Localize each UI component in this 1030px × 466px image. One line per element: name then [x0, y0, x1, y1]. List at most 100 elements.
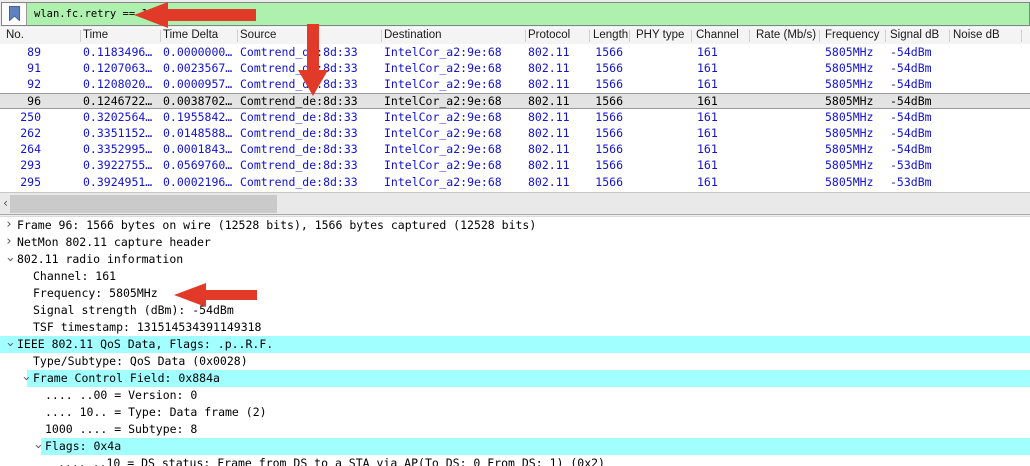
- column-separator[interactable]: [749, 30, 750, 42]
- column-separator[interactable]: [589, 30, 590, 42]
- packet-row-91[interactable]: 910.1207063…0.0023567…Comtrend_de:8d:33I…: [0, 60, 1030, 76]
- cell-len: 1566: [560, 174, 623, 190]
- collapse-icon[interactable]: ›: [1, 255, 18, 265]
- column-header-delta[interactable]: Time Delta: [163, 29, 218, 41]
- packet-row-250[interactable]: 2500.3202564…0.1955842…Comtrend_de:8d:33…: [0, 109, 1030, 125]
- cell-phy: [636, 44, 688, 60]
- cell-rate: [756, 141, 816, 157]
- column-header-freq[interactable]: Frequency: [825, 29, 879, 41]
- cell-len: 1566: [560, 44, 623, 60]
- packet-row-92[interactable]: 920.1208020…0.0000957…Comtrend_de:8d:33I…: [0, 76, 1030, 92]
- cell-time: 0.3352995…: [83, 141, 159, 157]
- detail-line-text: .... ..00 = Version: 0: [45, 387, 197, 404]
- column-header-no[interactable]: No.: [6, 29, 24, 41]
- expand-icon[interactable]: ›: [4, 217, 14, 234]
- cell-freq: 5805MHz: [825, 109, 883, 125]
- cell-rate: [756, 76, 816, 92]
- cell-time: 0.3202564…: [83, 109, 159, 125]
- cell-no: 91: [0, 60, 41, 76]
- detail-line[interactable]: ›NetMon 802.11 capture header: [0, 234, 1030, 251]
- column-header-src[interactable]: Source: [240, 29, 276, 41]
- cell-src: Comtrend_de:8d:33: [240, 93, 380, 109]
- cell-delta: 0.0001843…: [163, 141, 237, 157]
- scrollbar-thumb[interactable]: [10, 195, 277, 213]
- collapse-icon[interactable]: ›: [29, 442, 46, 452]
- detail-line[interactable]: Frequency: 5805MHz: [0, 285, 1030, 302]
- detail-line[interactable]: ›Frame 96: 1566 bytes on wire (12528 bit…: [0, 217, 1030, 234]
- column-header-phy[interactable]: PHY type: [636, 29, 684, 41]
- cell-freq: 5805MHz: [825, 125, 883, 141]
- cell-noise: [953, 141, 1013, 157]
- column-separator[interactable]: [949, 30, 950, 42]
- cell-src: Comtrend_de:8d:33: [240, 44, 380, 60]
- detail-line-text: TSF timestamp: 131514534391149318: [33, 319, 261, 336]
- collapse-icon[interactable]: ›: [17, 374, 34, 384]
- display-filter-text: wlan.fc.retry == 1: [34, 3, 148, 25]
- column-separator[interactable]: [381, 30, 382, 42]
- cell-delta: 0.0569760…: [163, 157, 237, 173]
- cell-no: 96: [0, 93, 41, 109]
- expand-icon[interactable]: ›: [4, 234, 14, 251]
- column-header-proto[interactable]: Protocol: [528, 29, 570, 41]
- column-separator[interactable]: [80, 30, 81, 42]
- cell-rate: [756, 44, 816, 60]
- packet-row-89[interactable]: 890.1183496…0.0000000…Comtrend_de:8d:33I…: [0, 44, 1030, 60]
- column-header-time[interactable]: Time: [83, 29, 108, 41]
- cell-channel: 161: [697, 44, 737, 60]
- column-header-dst[interactable]: Destination: [384, 29, 442, 41]
- cell-time: 0.3351152…: [83, 125, 159, 141]
- column-separator[interactable]: [691, 30, 692, 42]
- cell-channel: 161: [697, 60, 737, 76]
- detail-line[interactable]: 1000 .... = Subtype: 8: [0, 421, 1030, 438]
- column-separator[interactable]: [1021, 30, 1022, 42]
- detail-line[interactable]: Channel: 161: [0, 268, 1030, 285]
- cell-phy: [636, 157, 688, 173]
- cell-signal: -54dBm: [890, 109, 948, 125]
- detail-line[interactable]: ›802.11 radio information: [0, 251, 1030, 268]
- cell-noise: [953, 60, 1013, 76]
- packet-row-96[interactable]: 960.1246722…0.0038702…Comtrend_de:8d:33I…: [0, 93, 1030, 109]
- detail-line[interactable]: ›IEEE 802.11 QoS Data, Flags: .p..R.F.: [0, 336, 1030, 353]
- detail-line-text: Signal strength (dBm): -54dBm: [33, 302, 234, 319]
- cell-rate: [756, 93, 816, 109]
- detail-line[interactable]: Type/Subtype: QoS Data (0x0028): [0, 353, 1030, 370]
- column-separator[interactable]: [885, 30, 886, 42]
- detail-line[interactable]: .... 10.. = Type: Data frame (2): [0, 404, 1030, 421]
- cell-phy: [636, 76, 688, 92]
- detail-line[interactable]: Signal strength (dBm): -54dBm: [0, 302, 1030, 319]
- column-separator[interactable]: [160, 30, 161, 42]
- cell-delta: 0.0000957…: [163, 76, 237, 92]
- cell-no: 264: [0, 141, 41, 157]
- cell-freq: 5805MHz: [825, 76, 883, 92]
- packet-row-295[interactable]: 2950.3924951…0.0002196…Comtrend_de:8d:33…: [0, 174, 1030, 190]
- packet-row-293[interactable]: 2930.3922755…0.0569760…Comtrend_de:8d:33…: [0, 157, 1030, 173]
- filter-bookmark-button[interactable]: [2, 3, 27, 25]
- cell-src: Comtrend_de:8d:33: [240, 141, 380, 157]
- detail-line[interactable]: .... ..10 = DS status: Frame from DS to …: [0, 455, 1030, 466]
- column-separator[interactable]: [525, 30, 526, 42]
- column-header-noise[interactable]: Noise dB: [953, 29, 1000, 41]
- detail-line[interactable]: TSF timestamp: 131514534391149318: [0, 319, 1030, 336]
- detail-line[interactable]: ›Frame Control Field: 0x884a: [0, 370, 1030, 387]
- column-header-channel[interactable]: Channel: [696, 29, 739, 41]
- column-separator[interactable]: [237, 30, 238, 42]
- cell-channel: 161: [697, 174, 737, 190]
- cell-no: 250: [0, 109, 41, 125]
- column-header-rate[interactable]: Rate (Mb/s): [756, 29, 816, 41]
- column-header-signal[interactable]: Signal dB: [890, 29, 939, 41]
- cell-delta: 0.0038702…: [163, 93, 237, 109]
- packet-row-264[interactable]: 264 0.3352995…0.0001843…Comtrend_de:8d:33…: [0, 141, 1030, 157]
- cell-rate: [756, 125, 816, 141]
- cell-phy: [636, 125, 688, 141]
- display-filter-input[interactable]: wlan.fc.retry == 1: [1, 2, 1030, 26]
- column-header-len[interactable]: Length: [593, 29, 628, 41]
- cell-dst: IntelCor_a2:9e:68: [384, 157, 524, 173]
- detail-line[interactable]: ›Flags: 0x4a: [0, 438, 1030, 455]
- collapse-icon[interactable]: ›: [1, 340, 18, 350]
- column-separator[interactable]: [629, 30, 630, 42]
- packet-row-262[interactable]: 2620.3351152…0.0148588…Comtrend_de:8d:33…: [0, 125, 1030, 141]
- cell-no: 293: [0, 157, 41, 173]
- detail-line[interactable]: .... ..00 = Version: 0: [0, 387, 1030, 404]
- column-separator[interactable]: [819, 30, 820, 42]
- horizontal-scrollbar[interactable]: ‹: [0, 192, 1030, 214]
